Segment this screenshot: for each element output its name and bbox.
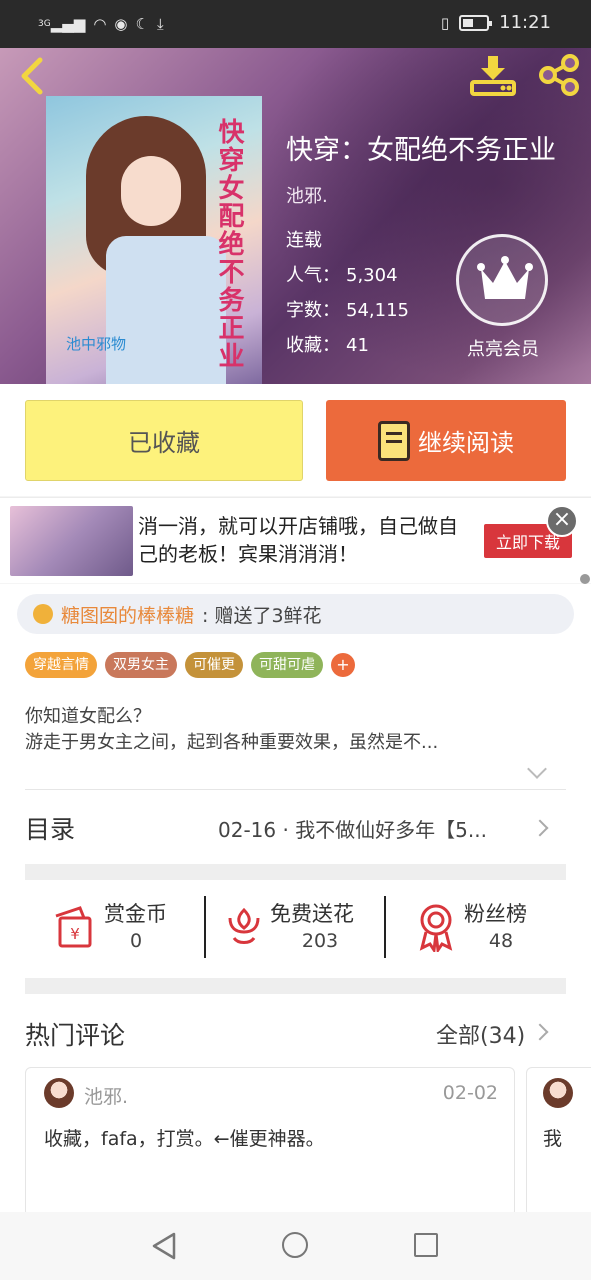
book-status: 连载 xyxy=(286,230,322,251)
comment-user[interactable]: 池邪. xyxy=(84,1082,128,1109)
stat-label: 免费送花 xyxy=(270,902,354,926)
ad-image[interactable] xyxy=(10,506,133,576)
avatar[interactable] xyxy=(543,1078,573,1108)
vibrate-icon: ▯ xyxy=(440,13,450,32)
flower-icon xyxy=(228,907,260,944)
vip-button[interactable] xyxy=(456,234,548,326)
favorites-value: 41 xyxy=(346,335,369,356)
tag[interactable]: 可催更 xyxy=(185,652,243,678)
divider xyxy=(25,789,566,790)
continue-reading-label: 继续阅读 xyxy=(418,429,514,457)
gift-message: : 赠送了3鲜花 xyxy=(202,604,322,627)
continue-reading-button[interactable]: 继续阅读 xyxy=(326,400,566,481)
expand-synopsis-icon[interactable] xyxy=(527,759,547,779)
network-type: 3G xyxy=(38,19,51,29)
share-icon xyxy=(539,54,579,96)
tag[interactable]: 穿越言情 xyxy=(25,652,97,678)
status-bar: 3G▂▄▆ ◠ ◉ ☾ ⤓ ▯ 11:21 xyxy=(0,0,591,48)
stat-value: 0 xyxy=(129,930,143,952)
stat-divider xyxy=(204,896,206,958)
red-envelope-icon: ¥ xyxy=(55,906,92,948)
close-icon: × xyxy=(552,507,572,532)
book-author[interactable]: 池邪. xyxy=(286,182,328,208)
popularity-stat: 人气： 5,304 xyxy=(286,261,398,287)
book-icon xyxy=(378,420,410,461)
chevron-left-icon xyxy=(21,57,43,95)
stat-value: 48 xyxy=(488,930,514,952)
moon-icon: ☾ xyxy=(135,15,149,33)
popularity-label: 人气： xyxy=(286,265,340,286)
word-count-stat: 字数： 54,115 xyxy=(286,296,409,322)
book-title: 快穿：女配绝不务正业 xyxy=(286,135,556,166)
free-flowers[interactable]: 免费送花 203 xyxy=(224,896,374,960)
book-cover[interactable]: 快穿女配绝不务正业 池中邪物 xyxy=(46,96,262,384)
nav-back-icon[interactable] xyxy=(150,1232,178,1260)
cover-author: 池中邪物 xyxy=(66,335,127,353)
section-separator xyxy=(25,978,566,994)
lollipop-icon xyxy=(33,604,53,624)
action-bar: 已收藏 继续阅读 xyxy=(0,384,591,496)
download-icon xyxy=(470,56,516,96)
word-count-value: 54,115 xyxy=(346,300,409,321)
system-nav-bar xyxy=(0,1212,591,1280)
all-comments-label: 全部(34) xyxy=(436,1024,526,1049)
section-separator xyxy=(25,864,566,880)
synopsis[interactable]: 你知道女配么？ 游走于男女主之间，起到各种重要效果，虽然是不... xyxy=(25,704,555,756)
chevron-right-icon xyxy=(531,1023,549,1041)
wifi-icon: ◠ xyxy=(93,15,107,33)
download-icon: ⤓ xyxy=(156,15,164,33)
nav-recents-icon[interactable] xyxy=(414,1233,438,1257)
latest-chapter: 02-16 · 我不做仙好多年【5... xyxy=(218,818,487,842)
add-tag-button[interactable]: + xyxy=(331,653,355,677)
stat-value: 203 xyxy=(301,930,339,952)
comment-date: 02-02 xyxy=(442,1082,498,1104)
share-button[interactable] xyxy=(536,54,582,96)
hot-comments-title: 热门评论 xyxy=(25,1021,126,1050)
favorited-button[interactable]: 已收藏 xyxy=(25,400,303,481)
comment-card[interactable]: 我 xyxy=(526,1067,591,1217)
favorites-stat: 收藏： 41 xyxy=(286,331,369,357)
stat-divider xyxy=(384,896,386,958)
synopsis-line: 你知道女配么？ xyxy=(25,706,151,727)
word-count-label: 字数： xyxy=(286,300,340,321)
tag-list: 穿越言情 双男女主 可催更 可甜可虐 + xyxy=(25,652,355,678)
avatar[interactable] xyxy=(44,1078,74,1108)
ad-text[interactable]: 消一消，就可以开店铺哦，自己做自己的老板！宾果消消消！ xyxy=(138,512,458,568)
tag[interactable]: 双男女主 xyxy=(105,652,177,678)
back-button[interactable] xyxy=(14,56,50,96)
chevron-right-icon xyxy=(531,819,549,837)
ad-info-icon[interactable] xyxy=(580,574,590,584)
reward-coins[interactable]: ¥ 赏金币 0 xyxy=(50,896,190,960)
comment-card[interactable]: 池邪. 02-02 收藏，fafa，打赏。←催更神器。 xyxy=(25,1067,515,1217)
tag[interactable]: 可甜可虐 xyxy=(251,652,323,678)
cover-art-face xyxy=(121,156,181,226)
book-detail-content: 糖图囡的棒棒糖 : 赠送了3鲜花 穿越言情 双男女主 可催更 可甜可虐 + 你知… xyxy=(0,584,591,1217)
status-time: 11:21 xyxy=(499,12,551,33)
popularity-value: 5,304 xyxy=(346,265,398,286)
synopsis-line: 游走于男女主之间，起到各种重要效果，虽然是不... xyxy=(25,732,439,753)
favorites-label: 收藏： xyxy=(286,335,340,356)
gift-sender[interactable]: 糖图囡的棒棒糖 xyxy=(61,601,194,628)
gift-notice[interactable]: 糖图囡的棒棒糖 : 赠送了3鲜花 xyxy=(17,594,574,634)
ad-close-button[interactable]: × xyxy=(546,505,578,537)
nav-home-icon[interactable] xyxy=(282,1232,308,1258)
vip-label[interactable]: 点亮会员 xyxy=(458,335,548,361)
comment-text: 收藏，fafa，打赏。←催更神器。 xyxy=(44,1128,325,1150)
comment-text: 我 xyxy=(543,1128,563,1150)
medal-icon xyxy=(419,904,453,952)
stat-label: 粉丝榜 xyxy=(464,902,527,926)
battery-icon xyxy=(459,14,493,31)
toc-label: 目录 xyxy=(25,815,76,844)
ad-banner[interactable]: 消一消，就可以开店铺哦，自己做自己的老板！宾果消消消！ 立即下载 xyxy=(0,497,591,583)
signal-icon: 3G▂▄▆ xyxy=(38,15,86,33)
download-button[interactable] xyxy=(470,54,516,96)
cover-title: 快穿女配绝不务正业 xyxy=(214,118,244,370)
eye-icon: ◉ xyxy=(114,15,128,33)
crown-icon xyxy=(477,256,533,299)
favorited-label: 已收藏 xyxy=(128,429,200,457)
stat-label: 赏金币 xyxy=(104,902,167,926)
fan-ranking[interactable]: 粉丝榜 48 xyxy=(416,896,566,960)
svg-text:¥: ¥ xyxy=(70,925,80,943)
